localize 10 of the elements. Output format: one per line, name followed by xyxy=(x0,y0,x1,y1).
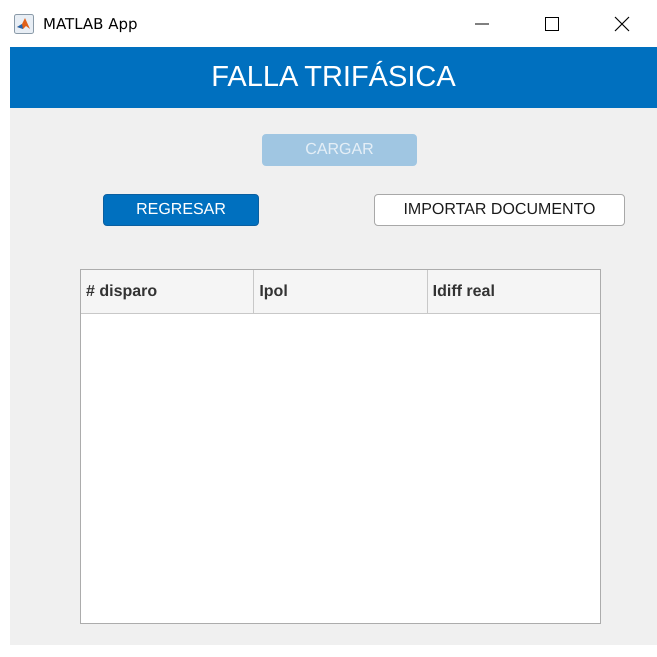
maximize-icon[interactable] xyxy=(545,16,559,30)
header-title: FALLA TRIFÁSICA xyxy=(211,61,456,94)
window-title: MATLAB App xyxy=(43,14,139,32)
app-logo-icon xyxy=(14,14,34,34)
column-header[interactable]: Ipol xyxy=(253,270,427,313)
column-header[interactable]: Idiff real xyxy=(426,270,600,313)
import-button[interactable]: IMPORTAR DOCUMENTO xyxy=(374,194,625,226)
action-button[interactable]: REGRESAR xyxy=(103,194,259,226)
close-icon[interactable] xyxy=(614,16,630,32)
column-header[interactable]: # disparo xyxy=(81,270,254,313)
